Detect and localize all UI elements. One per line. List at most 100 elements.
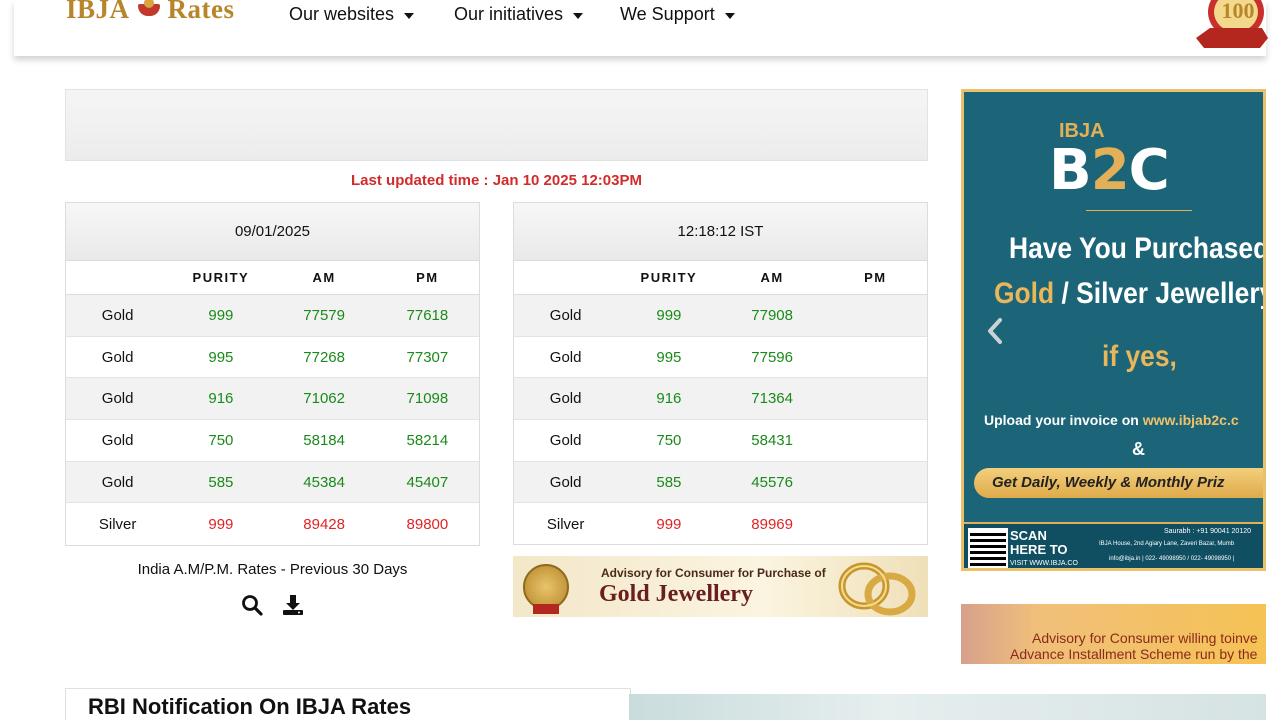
- advisory-gold-jewellery-banner[interactable]: Advisory for Consumer for Purchase of Go…: [513, 556, 928, 617]
- am-rate-cell: 45384: [303, 473, 345, 491]
- promo-prizes-pill: Get Daily, Weekly & Monthly Priz: [974, 468, 1263, 498]
- metal-cell: Gold: [101, 348, 134, 366]
- table-row: Silver 999 89969: [514, 503, 927, 545]
- scan-here-text: SCAN HERE TO: [1010, 528, 1068, 557]
- contact-name-text: Saurabh : +91 90041 20120: [1164, 528, 1251, 535]
- logo-text-left: IBJA: [66, 0, 130, 24]
- metal-cell: Gold: [101, 473, 134, 491]
- caret-down-icon: [404, 12, 415, 19]
- nav-label: Our websites: [289, 4, 395, 24]
- advisory-large-text: Gold Jewellery: [599, 581, 753, 607]
- metal-cell: Gold: [101, 390, 134, 408]
- am-rate-cell: 71364: [751, 390, 793, 408]
- metal-cell: Gold: [101, 306, 134, 324]
- gold-rings-icon: [838, 562, 916, 616]
- advisory-invest-line-1: Advisory for Consumer willing toinve: [1032, 630, 1258, 646]
- table-row: Gold 995 77596: [514, 337, 927, 379]
- download-icon[interactable]: [281, 593, 305, 617]
- logo-emblem-icon: [134, 0, 164, 20]
- purity-cell: 999: [656, 515, 682, 533]
- promo-headline-2: Gold / Silver Jewellery: [994, 277, 1266, 311]
- purity-cell: 999: [208, 306, 234, 324]
- advisory-invest-line-2: Advance Installment Scheme run by the: [1010, 646, 1258, 662]
- b2c-letter-c: C: [1128, 138, 1170, 203]
- pm-rate-cell: 71098: [406, 390, 449, 408]
- column-header: AM: [312, 270, 336, 285]
- b2c-digit: 2: [1090, 138, 1130, 203]
- column-header: PM: [864, 270, 887, 285]
- am-rate-cell: 77596: [751, 348, 793, 366]
- pm-rate-cell: 89800: [406, 515, 449, 533]
- nav-our-initiatives[interactable]: Our initiatives: [454, 4, 584, 25]
- purity-cell: 999: [208, 515, 234, 533]
- upload-url: www.ibjab2c.c: [1142, 412, 1239, 428]
- promo-divider: [1086, 210, 1192, 211]
- metal-cell: Gold: [549, 473, 582, 491]
- pm-rate-cell: 45407: [406, 473, 449, 491]
- logo-text-right: Rates: [167, 0, 235, 24]
- table-column-headers: PURITY AM PM: [514, 261, 927, 295]
- metal-cell: Gold: [549, 390, 582, 408]
- purity-cell: 585: [656, 473, 682, 491]
- column-header: PM: [416, 270, 439, 285]
- bottom-banner-image: [629, 694, 1266, 720]
- table-row: Silver 999 89428 89800: [66, 503, 479, 545]
- pm-rate-cell: 58214: [406, 431, 449, 449]
- purity-cell: 999: [656, 306, 682, 324]
- metal-cell: Gold: [549, 431, 582, 449]
- chevron-left-icon[interactable]: [984, 316, 1006, 346]
- ibja-rates-logo[interactable]: IBJA Rates: [66, 0, 235, 26]
- promo-footer: SCAN HERE TO VISIT WWW.IBJA.CO Saurabh :…: [964, 522, 1263, 568]
- nav-we-support[interactable]: We Support: [620, 4, 735, 25]
- table-row: Gold 999 77908: [514, 295, 927, 337]
- promo-ampersand: &: [1132, 439, 1145, 459]
- advisory-installment-banner[interactable]: Advisory for Consumer willing toinve Adv…: [961, 604, 1266, 664]
- badge-text: 100: [1222, 0, 1255, 23]
- ibja-b2c-promo-banner[interactable]: IBJA B2C Have You Purchased Gold / Silve…: [961, 89, 1266, 571]
- upload-prefix: Upload your invoice on: [984, 412, 1143, 428]
- am-rate-cell: 71062: [303, 390, 345, 408]
- table-body: Gold 999 77908 Gold 995 77596 Gold 916 7…: [514, 295, 927, 545]
- rbi-notification-title: RBI Notification On IBJA Rates: [88, 694, 412, 719]
- promo-headline-gold: Gold: [994, 277, 1055, 310]
- promo-headline-1: Have You Purchased: [1009, 232, 1266, 265]
- last-updated-time: Last updated time : Jan 10 2025 12:03PM: [351, 172, 642, 189]
- nav-label: We Support: [620, 4, 715, 24]
- top-banner: [65, 89, 928, 161]
- caret-down-icon: [724, 12, 735, 19]
- table-row: Gold 750 58431: [514, 420, 927, 462]
- nav-label: Our initiatives: [454, 4, 564, 24]
- table-date-header: 09/01/2025: [66, 203, 479, 261]
- purity-cell: 585: [208, 473, 234, 491]
- am-rate-cell: 89428: [303, 515, 345, 533]
- table-row: Gold 999 77579 77618: [66, 295, 479, 337]
- table-body: Gold 999 77579 77618 Gold 995 77268 7730…: [66, 295, 479, 545]
- table-column-headers: PURITY AM PM: [66, 261, 479, 295]
- search-icon[interactable]: [240, 593, 264, 617]
- purity-cell: 916: [208, 390, 234, 408]
- b2c-letter-b: B: [1049, 138, 1092, 203]
- ibja-seal-icon: [523, 564, 569, 614]
- promo-headline-rest: / Silver Jewellery: [1054, 277, 1266, 310]
- metal-cell: Silver: [546, 515, 585, 533]
- table-row: Gold 995 77268 77307: [66, 337, 479, 379]
- caret-down-icon: [573, 12, 584, 19]
- am-rate-cell: 77268: [303, 348, 345, 366]
- am-rate-cell: 89969: [751, 515, 793, 533]
- purity-cell: 916: [656, 390, 682, 408]
- am-rate-cell: 45576: [751, 473, 793, 491]
- nav-our-websites[interactable]: Our websites: [289, 4, 415, 25]
- am-rate-cell: 77579: [303, 306, 345, 324]
- purity-cell: 750: [656, 431, 682, 449]
- address-text: IBJA House, 2nd Agiary Lane, Zaveri Baza…: [1099, 541, 1235, 547]
- visit-website-text: VISIT WWW.IBJA.CO: [1010, 560, 1078, 567]
- metal-cell: Gold: [549, 306, 582, 324]
- advisory-small-text: Advisory for Consumer for Purchase of: [601, 566, 826, 580]
- metal-cell: Silver: [98, 515, 137, 533]
- purity-cell: 750: [208, 431, 234, 449]
- contact-line-text: info@ibja.in | 022- 49098950 / 022- 4909…: [1109, 556, 1235, 562]
- purity-cell: 995: [208, 348, 234, 366]
- table-row: Gold 916 71364: [514, 378, 927, 421]
- am-rate-cell: 58184: [303, 431, 345, 449]
- pm-rate-cell: 77307: [406, 348, 449, 366]
